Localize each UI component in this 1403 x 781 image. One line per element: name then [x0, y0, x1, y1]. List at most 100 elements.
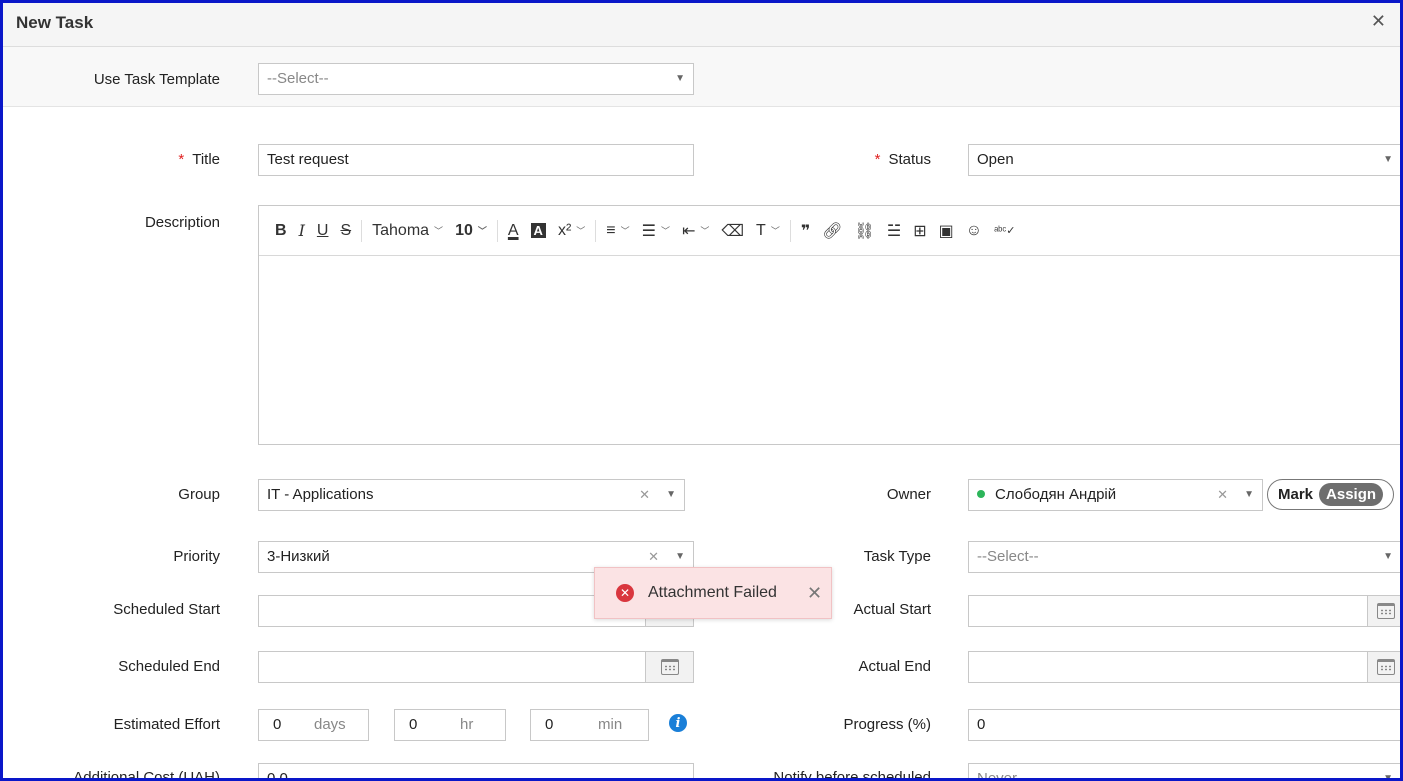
- bold-button[interactable]: B: [269, 217, 293, 245]
- unlink-button[interactable]: ⛓︎: [849, 217, 881, 245]
- font-family-select[interactable]: Tahoma ﹀: [366, 217, 449, 245]
- progress-input[interactable]: 0: [968, 709, 1400, 741]
- clear-icon[interactable]: ✕: [1217, 480, 1228, 510]
- attachment-failed-toast: ✕ Attachment Failed ✕: [594, 567, 832, 619]
- font-size-select[interactable]: 10 ﹀: [449, 217, 493, 245]
- chevron-down-icon: ﹀: [620, 226, 630, 236]
- task-type-select[interactable]: --Select-- ▼: [968, 541, 1400, 573]
- superscript-button[interactable]: x² ﹀: [552, 217, 591, 245]
- line-spacing-button[interactable]: ☱: [881, 217, 907, 245]
- spellcheck-button[interactable]: ᵃᵇᶜ✓: [988, 217, 1021, 245]
- scheduled-end-input[interactable]: [258, 651, 694, 683]
- list-icon: ☰: [641, 222, 656, 240]
- spellcheck-icon: ᵃᵇᶜ✓: [994, 225, 1016, 237]
- effort-days-unit: days: [314, 716, 346, 733]
- status-label-text: Status: [888, 151, 931, 168]
- toggle-on-label: Assign: [1319, 483, 1384, 506]
- align-button[interactable]: ≡ ﹀: [600, 217, 635, 245]
- effort-days-value: 0: [273, 716, 282, 733]
- owner-select-value: Слободян Андрій: [995, 486, 1117, 503]
- effort-min-unit: min: [598, 716, 623, 733]
- calendar-icon: [1376, 659, 1395, 675]
- effort-min-value: 0: [545, 716, 554, 733]
- chevron-down-icon: ▼: [666, 489, 676, 500]
- background-color-button[interactable]: A: [525, 217, 552, 245]
- quote-icon: ❞: [800, 222, 811, 240]
- font-color-button[interactable]: A: [502, 217, 525, 245]
- indent-button[interactable]: ⇤ ﹀: [676, 217, 715, 245]
- title-input[interactable]: Test request: [258, 144, 694, 176]
- task-type-label: Task Type: [863, 548, 931, 565]
- additional-cost-label: Additional Cost (UAH): [73, 769, 220, 781]
- title-label: * Title: [33, 151, 220, 168]
- link-icon: 🔗︎: [822, 222, 843, 240]
- template-bar: Use Task Template --Select-- ▼: [3, 47, 1400, 107]
- description-label: Description: [144, 214, 220, 231]
- required-marker: *: [874, 151, 881, 168]
- clear-format-button[interactable]: ⌫: [715, 217, 750, 245]
- effort-hr-input[interactable]: 0 hr: [394, 709, 506, 741]
- highlight-icon: A: [530, 223, 546, 238]
- status-select[interactable]: Open ▼: [968, 144, 1400, 176]
- description-input[interactable]: [259, 256, 1400, 444]
- image-button[interactable]: ▣: [933, 217, 960, 245]
- calendar-icon: [660, 659, 679, 675]
- clear-icon[interactable]: ✕: [639, 480, 650, 510]
- additional-cost-input[interactable]: 0.0: [258, 763, 694, 781]
- notify-select[interactable]: Never ▼: [968, 763, 1400, 781]
- toggle-off-label: Mark: [1278, 486, 1314, 503]
- priority-select-value: 3-Низкий: [267, 548, 330, 565]
- additional-cost-value: 0.0: [267, 770, 288, 781]
- toast-close-icon[interactable]: ✕: [807, 583, 822, 604]
- mark-assign-toggle[interactable]: Mark Assign: [1267, 479, 1394, 510]
- strikethrough-button[interactable]: S: [334, 217, 357, 245]
- progress-label: Progress (%): [843, 716, 931, 733]
- notify-select-value: Never: [977, 770, 1018, 781]
- chevron-down-icon: ▼: [1383, 154, 1393, 165]
- superscript-icon: x²: [557, 221, 572, 239]
- description-editor: B I U S Tahoma ﹀ 10 ﹀ A A x² ﹀ ≡ ﹀ ☰ ﹀ ⇤ ﹀ ⌫ T…: [258, 205, 1400, 445]
- effort-hr-unit: hr: [460, 716, 474, 733]
- eraser-icon: ⌫: [721, 222, 745, 240]
- list-button[interactable]: ☰ ﹀: [636, 217, 676, 245]
- emoji-button[interactable]: ☺: [960, 217, 988, 245]
- status-select-value: Open: [977, 151, 1014, 168]
- actual-end-calendar-button[interactable]: [1367, 652, 1400, 682]
- font-size-value: 10: [455, 221, 473, 239]
- title-input-value: Test request: [267, 151, 349, 168]
- underline-button[interactable]: U: [311, 217, 335, 245]
- template-select[interactable]: --Select-- ▼: [258, 63, 694, 95]
- chevron-down-icon: ▼: [1244, 489, 1254, 500]
- owner-label: Owner: [886, 486, 931, 503]
- chevron-down-icon: ▼: [1383, 551, 1393, 562]
- chevron-down-icon: ▼: [675, 73, 685, 84]
- scheduled-end-calendar-button[interactable]: [645, 652, 693, 682]
- chevron-down-icon: ﹀: [576, 226, 586, 236]
- link-button[interactable]: 🔗︎: [816, 217, 848, 245]
- online-status-icon: [977, 490, 985, 499]
- info-icon[interactable]: i: [669, 714, 687, 732]
- format-button[interactable]: T ﹀: [750, 217, 786, 245]
- image-icon: ▣: [938, 222, 954, 240]
- actual-end-input[interactable]: [968, 651, 1400, 683]
- quote-button[interactable]: ❞: [795, 217, 816, 245]
- toolbar-divider: [361, 219, 363, 242]
- close-icon[interactable]: ✕: [1371, 11, 1386, 32]
- status-label: * Status: [763, 151, 931, 168]
- emoji-icon: ☺: [965, 221, 983, 239]
- actual-start-calendar-button[interactable]: [1367, 596, 1400, 626]
- actual-start-input[interactable]: [968, 595, 1400, 627]
- table-icon: ⊞: [913, 222, 927, 240]
- effort-days-input[interactable]: 0 days: [258, 709, 369, 741]
- toolbar-divider: [595, 219, 597, 242]
- table-button[interactable]: ⊞: [907, 217, 932, 245]
- dialog-header: New Task ✕: [3, 3, 1400, 47]
- italic-button[interactable]: I: [293, 217, 311, 245]
- chevron-down-icon: ▼: [1383, 773, 1393, 781]
- owner-select[interactable]: Слободян Андрій ✕ ▼: [968, 479, 1263, 511]
- format-icon: T: [756, 221, 766, 239]
- group-select[interactable]: IT - Applications ✕ ▼: [258, 479, 685, 511]
- error-icon: ✕: [616, 584, 634, 602]
- indent-icon: ⇤: [682, 222, 696, 240]
- effort-min-input[interactable]: 0 min: [530, 709, 649, 741]
